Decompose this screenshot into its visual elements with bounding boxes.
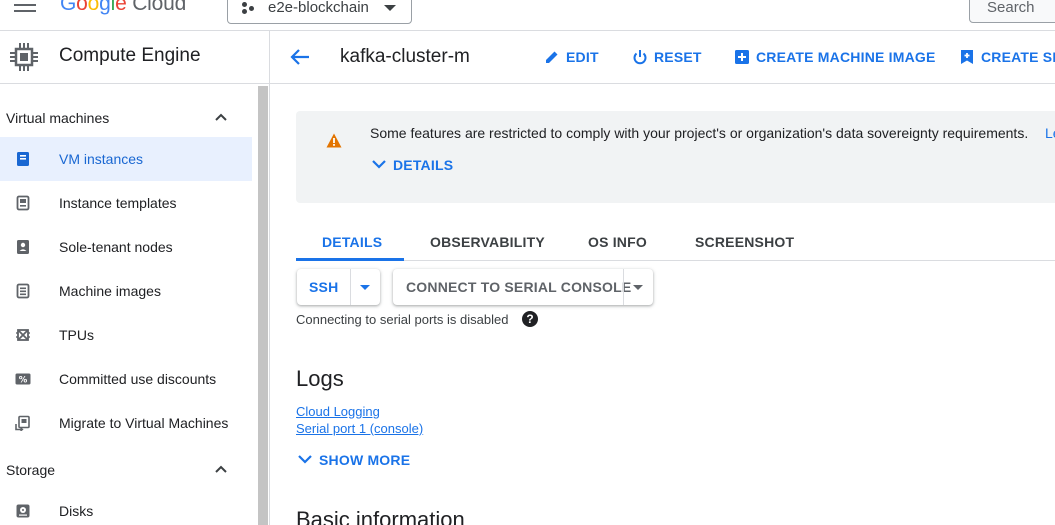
sidebar-item-disks[interactable]: Disks [0,489,252,525]
vm-instances-icon [17,152,29,166]
product-header: Compute Engine [0,31,269,84]
reset-button[interactable]: RESET [632,48,702,68]
sidebar-item-label: Sole-tenant nodes [59,239,173,255]
data-sovereignty-banner: Some features are restricted to comply w… [296,111,1055,203]
machine-images-icon [16,283,30,299]
create-similar-button[interactable]: CREATE SIM [959,48,1055,68]
tab-os-info[interactable]: OS INFO [564,222,670,261]
add-box-icon [735,50,749,64]
caret-down-icon [360,285,370,290]
create-machine-image-button[interactable]: CREATE MACHINE IMAGE [734,48,935,68]
disks-icon [16,504,30,518]
page-title: kafka-cluster-m [340,46,470,67]
svg-text:%: % [19,375,28,385]
sidebar-item-label: Disks [59,503,94,519]
caret-down-icon [384,5,396,11]
serial-console-split-button: CONNECT TO SERIAL CONSOLE [393,269,653,305]
ssh-split-button: SSH [297,269,380,305]
project-name: e2e-blockchain [268,0,369,16]
banner-message: Some features are restricted to comply w… [370,125,1029,141]
chevron-down-icon [298,455,312,464]
pencil-icon [546,51,558,63]
connect-serial-console-button[interactable]: CONNECT TO SERIAL CONSOLE [393,269,631,305]
sidebar-item-vm-instances[interactable]: VM instances [0,137,252,181]
section-virtual-machines[interactable]: Virtual machines [6,110,109,126]
product-title: Compute Engine [59,45,201,66]
tab-screenshot[interactable]: SCREENSHOT [670,222,810,261]
back-arrow-icon[interactable] [290,48,310,66]
warning-icon [326,133,342,148]
basic-information-heading: Basic information [296,507,465,525]
sidebar-item-label: Machine images [59,283,161,299]
serial-console-dropdown-button[interactable] [623,269,653,305]
main-menu-icon[interactable] [14,0,36,14]
cloud-logging-link[interactable]: Cloud Logging [296,404,380,419]
committed-use-discounts-icon: % [15,373,31,385]
power-icon [633,50,647,65]
edit-button[interactable]: EDIT [544,48,604,68]
top-bar: Google Cloud e2e-blockchain Search [0,0,1055,31]
sidebar-item-label: Migrate to Virtual Machines [59,415,229,431]
bookmark-add-icon [961,50,973,64]
sidebar-item-committed-use-discounts[interactable]: % Committed use discounts [0,357,252,401]
serial-port-console-link[interactable]: Serial port 1 (console) [296,421,423,436]
sidebar: Compute Engine Virtual machines VM insta… [0,31,270,525]
chevron-down-icon [372,160,386,169]
compute-engine-icon [10,43,38,71]
search-input[interactable]: Search [969,0,1055,23]
sidebar-item-label: TPUs [59,327,94,343]
migrate-icon [15,415,30,431]
chevron-up-icon[interactable] [215,465,227,473]
instance-header: kafka-cluster-m EDIT RESET CREATE MACHIN… [270,31,1055,84]
caret-down-icon [633,285,643,290]
sidebar-item-instance-templates[interactable]: Instance templates [0,181,252,225]
learn-more-link[interactable]: Le [1045,125,1055,141]
sidebar-scrollbar[interactable] [258,86,268,525]
instance-tabs: DETAILS OBSERVABILITY OS INFO SCREENSHOT [296,222,1055,261]
instance-templates-icon [16,195,30,211]
sidebar-item-label: Instance templates [59,195,177,211]
sidebar-item-machine-images[interactable]: Machine images [0,269,252,313]
sidebar-item-migrate-to-virtual-machines[interactable]: Migrate to Virtual Machines [0,401,252,445]
project-picker[interactable]: e2e-blockchain [227,0,412,24]
sole-tenant-nodes-icon [17,240,29,254]
search-placeholder: Search [987,0,1035,16]
tab-details[interactable]: DETAILS [296,222,404,261]
help-icon[interactable]: ? [522,311,538,327]
project-dots-icon [242,2,256,14]
ssh-dropdown-button[interactable] [350,269,380,305]
sidebar-item-label: VM instances [59,151,144,167]
serial-ports-note: Connecting to serial ports is disabled [296,312,509,327]
logs-heading: Logs [296,366,344,391]
tpus-icon [16,329,30,341]
ssh-button[interactable]: SSH [297,269,350,305]
google-cloud-logo[interactable]: Google Cloud [60,0,186,16]
tab-observability[interactable]: OBSERVABILITY [404,222,564,261]
chevron-up-icon[interactable] [215,113,227,121]
sidebar-item-sole-tenant-nodes[interactable]: Sole-tenant nodes [0,225,252,269]
sidebar-item-tpus[interactable]: TPUs [0,313,252,357]
sidebar-item-label: Committed use discounts [59,371,217,387]
section-storage[interactable]: Storage [6,462,55,478]
